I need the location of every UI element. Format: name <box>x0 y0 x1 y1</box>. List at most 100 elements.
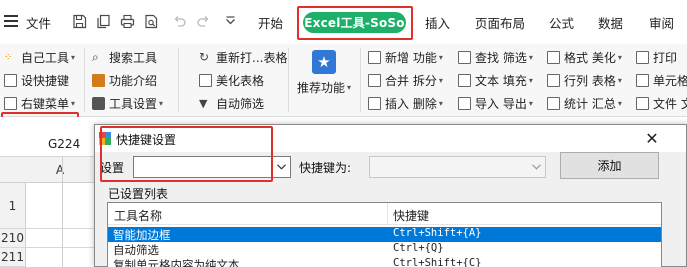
beautify-table-button[interactable]: 美化表格 <box>199 70 264 90</box>
shortcut-list[interactable]: 工具名称 快捷键 智能加边框 Ctrl+Shift+{A} 自动筛选 Ctrl+… <box>107 202 662 267</box>
text-fill-button[interactable]: 文本 填充 ▾ <box>458 70 533 90</box>
list-icon <box>4 96 17 110</box>
close-icon[interactable]: ✕ <box>642 128 662 148</box>
list-header: 工具名称 快捷键 <box>108 203 661 225</box>
shortcut-input[interactable] <box>370 157 545 177</box>
tab-excel-soso[interactable]: Excel工具-SoSo <box>303 12 406 33</box>
list-item[interactable]: 复制单元格内容为纯文本 Ctrl+Shift+{C} <box>108 257 661 267</box>
chevron-down-icon[interactable] <box>273 157 290 177</box>
import-export-button[interactable]: 导入 导出 ▾ <box>458 93 533 113</box>
add-feature-label: 新增 功能 <box>385 50 437 65</box>
set-shortcut-button[interactable]: 设快捷键 <box>4 70 69 90</box>
row-header-1[interactable]: 1 <box>0 183 26 229</box>
doc-icon <box>636 50 649 64</box>
cell-label: 单元格 <box>653 73 687 88</box>
book-icon <box>92 73 105 87</box>
app-window: 文件 开始 Excel工具-SoSo 插入 页面布局 公式 数据 审阅 ⁘ 自己… <box>0 0 687 267</box>
auto-filter-button[interactable]: ▼ 自动筛选 <box>199 93 264 113</box>
table-icon <box>199 73 212 87</box>
column-header-name[interactable]: 工具名称 <box>114 207 162 224</box>
shortcut-key: Ctrl+{Q} <box>393 242 444 254</box>
cell-button[interactable]: 单元格 <box>636 70 687 90</box>
grid-line <box>62 157 63 267</box>
ribbon-divider <box>178 48 179 112</box>
ribbon: ⁘ 自己工具▾ 设快捷键 右键菜单▾ ⌕ 搜索工具 功能介绍 工具设置▾ <box>0 44 687 135</box>
tab-home[interactable]: 开始 <box>258 0 283 44</box>
doc-icon <box>458 73 471 87</box>
shortcut-combo[interactable] <box>369 156 546 178</box>
add-feature-button[interactable]: 新增 功能 ▾ <box>368 47 443 67</box>
list-item[interactable]: 智能加边框 Ctrl+Shift+{A} <box>108 227 661 242</box>
format-beautify-button[interactable]: 格式 美化 ▾ <box>547 47 622 67</box>
tab-review[interactable]: 审阅 <box>649 0 674 44</box>
chevron-down-icon[interactable] <box>528 157 545 177</box>
menu-bar: 文件 开始 Excel工具-SoSo 插入 页面布局 公式 数据 审阅 <box>0 0 687 44</box>
feature-intro-button[interactable]: 功能介绍 <box>92 70 157 90</box>
doc-icon <box>636 96 649 110</box>
print-icon[interactable] <box>120 14 135 29</box>
context-menu-label: 右键菜单 <box>21 96 70 111</box>
tool-name: 复制单元格内容为纯文本 <box>113 258 240 267</box>
dots-icon: ⁘ <box>4 51 13 63</box>
column-a-header[interactable]: A <box>26 157 94 183</box>
column-header-key[interactable]: 快捷键 <box>393 207 429 224</box>
dialog-title: 快捷键设置 <box>116 133 177 147</box>
row-col-table-button[interactable]: 行列 表格 ▾ <box>547 70 622 90</box>
reprint-table-button[interactable]: ↻ 重新打...表格 <box>199 47 287 67</box>
import-export-label: 导入 导出 <box>475 96 527 111</box>
find-filter-label: 查找 筛选 <box>475 50 527 65</box>
search-tools-button[interactable]: ⌕ 搜索工具 <box>92 47 157 67</box>
grid-line <box>26 228 94 229</box>
tab-data[interactable]: 数据 <box>598 0 623 44</box>
tool-name: 智能加边框 <box>113 228 171 242</box>
insert-delete-label: 插入 删除 <box>385 96 437 111</box>
undo-icon[interactable] <box>172 14 187 29</box>
grid-line <box>26 247 94 248</box>
stats-summary-button[interactable]: 统计 汇总 ▾ <box>547 93 622 113</box>
recommend-button[interactable]: 推荐功能 ▾ <box>297 77 351 97</box>
text-fill-label: 文本 填充 <box>475 73 527 88</box>
toolbox-icon <box>92 96 105 110</box>
name-box[interactable]: G224 <box>48 137 80 151</box>
redo-icon[interactable] <box>196 14 211 29</box>
dialog-titlebar[interactable]: 快捷键设置 ✕ <box>95 125 686 152</box>
shortcut-label: 快捷键为: <box>299 161 352 175</box>
search-icon: ⌕ <box>92 49 99 64</box>
insert-delete-button[interactable]: 插入 删除 ▾ <box>368 93 443 113</box>
stats-summary-label: 统计 汇总 <box>564 96 616 111</box>
beautify-table-label: 美化表格 <box>216 73 265 88</box>
doc-icon <box>458 96 471 110</box>
setting-combo[interactable] <box>133 156 291 178</box>
context-menu-button[interactable]: 右键菜单 ▾ <box>4 93 75 113</box>
setting-input[interactable] <box>134 157 290 177</box>
row-header-210[interactable]: 210 <box>0 229 26 248</box>
print-button[interactable]: 打印 <box>636 47 677 67</box>
menu-icon[interactable] <box>4 15 18 27</box>
my-tools-button[interactable]: ⁘ 自己工具 ▾ <box>4 47 75 67</box>
add-button[interactable]: 添加 <box>560 152 659 179</box>
file-ops-button[interactable]: 文件 文 <box>636 93 687 113</box>
copy-icon[interactable] <box>96 14 111 29</box>
star-icon[interactable]: ★ <box>312 50 336 74</box>
doc-icon <box>368 96 381 110</box>
find-filter-button[interactable]: 查找 筛选 ▾ <box>458 47 533 67</box>
merge-split-label: 合并 拆分 <box>385 73 437 88</box>
save-icon[interactable] <box>72 14 87 29</box>
shortcut-settings-dialog: 快捷键设置 ✕ 设置 快捷键为: 添加 已设置列表 工具名称 快捷键 智能加边框… <box>94 124 687 267</box>
merge-split-button[interactable]: 合并 拆分 ▾ <box>368 70 443 90</box>
filter-icon: ▼ <box>199 96 208 110</box>
file-menu[interactable]: 文件 <box>26 0 51 44</box>
list-item[interactable]: 自动筛选 Ctrl+{Q} <box>108 242 661 257</box>
preview-icon[interactable] <box>144 14 159 29</box>
doc-icon <box>368 50 381 64</box>
tab-page-layout[interactable]: 页面布局 <box>475 0 525 44</box>
dropdown-icon[interactable] <box>223 14 238 29</box>
tool-settings-label: 工具设置 <box>109 96 158 111</box>
row-header-211[interactable]: 211 <box>0 248 26 267</box>
ribbon-divider <box>84 48 85 112</box>
setting-label: 设置 <box>100 161 125 175</box>
tool-settings-button[interactable]: 工具设置 ▾ <box>92 93 163 113</box>
shortcut-key: Ctrl+Shift+{A} <box>393 227 482 239</box>
tab-formulas[interactable]: 公式 <box>549 0 574 44</box>
tab-insert[interactable]: 插入 <box>425 0 450 44</box>
